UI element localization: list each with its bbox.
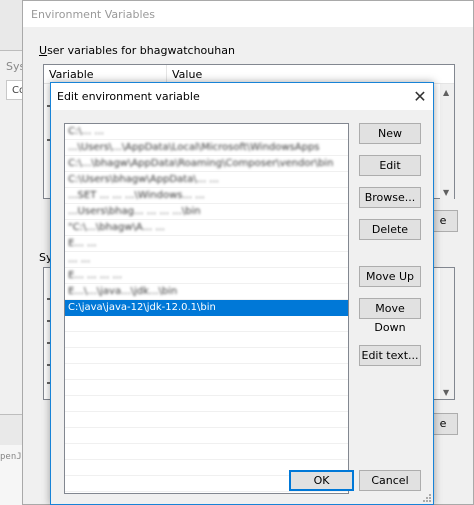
path-entry-text: C:\java\java-12\jdk-12.0.1\bin (68, 302, 216, 313)
path-entry[interactable]: C:\...\bhagw\AppData\Roaming\Composer\ve… (65, 156, 348, 172)
path-entry[interactable]: ... ... (65, 252, 348, 268)
user-variables-scrollbar[interactable]: ▲ ▼ (440, 84, 454, 199)
path-entry-selected[interactable]: C:\java\java-12\jdk-12.0.1\bin (65, 300, 348, 316)
cancel-button[interactable]: Cancel (359, 470, 421, 491)
user-variables-label: User variables for bhagwatchouhan (39, 44, 235, 57)
path-entry-text: ... ... (68, 254, 91, 265)
path-entry[interactable] (65, 364, 348, 380)
browse-button[interactable]: Browse... (359, 187, 421, 208)
path-entry[interactable]: C:\... ... (65, 124, 348, 140)
edit-environment-variable-dialog: Edit environment variable ✕ C:\... ... .… (50, 82, 434, 505)
scroll-down-arrow-icon[interactable]: ▼ (443, 388, 449, 397)
edit-button[interactable]: Edit (359, 155, 421, 176)
path-entry-text: "C:\...\bhagw\A... ... (68, 222, 165, 233)
system-variables-scrollbar[interactable]: ▼ (440, 268, 454, 399)
path-entry[interactable]: "C:\...\bhagw\A... ... (65, 220, 348, 236)
edit-text-button[interactable]: Edit text... (359, 345, 421, 366)
scroll-down-arrow-icon[interactable]: ▼ (443, 188, 449, 197)
path-entry[interactable] (65, 412, 348, 428)
delete-button[interactable]: Delete (359, 219, 421, 240)
ok-button[interactable]: OK (289, 470, 354, 491)
path-entry[interactable] (65, 316, 348, 332)
path-entry[interactable] (65, 444, 348, 460)
path-entry[interactable]: ...Users\bhag... ... ... ...\bin (65, 204, 348, 220)
path-entry[interactable] (65, 348, 348, 364)
environment-variables-title: Environment Variables (31, 8, 156, 21)
path-entry[interactable]: E...\...\java...\jdk...\bin (65, 284, 348, 300)
path-entry-text: ...Users\bhag... ... ... ...\bin (68, 206, 201, 217)
move-down-button[interactable]: Move Down (359, 298, 421, 334)
path-entry-text: E...\...\java...\jdk...\bin (68, 286, 178, 297)
path-entry-text: ...\Users\...\AppData\Local\Microsoft\Wi… (68, 142, 320, 153)
background-editor-text: penJ (0, 452, 22, 462)
path-entry-text: E... ... (68, 238, 97, 249)
close-icon[interactable]: ✕ (405, 83, 435, 110)
new-button[interactable]: New (359, 123, 421, 144)
column-header-variable[interactable]: Variable (49, 68, 94, 81)
path-entry-text: C:\... ... (68, 126, 104, 137)
path-entry[interactable] (65, 428, 348, 444)
path-entry[interactable] (65, 332, 348, 348)
path-entry[interactable]: C:\Users\bhagw\AppData\... ... (65, 172, 348, 188)
column-header-value[interactable]: Value (172, 68, 202, 81)
resize-grip-icon[interactable] (421, 492, 431, 502)
path-entry-text: C:\...\bhagw\AppData\Roaming\Composer\ve… (68, 158, 334, 169)
path-entry-text: E... ... ... ... (68, 270, 122, 281)
path-entries-list[interactable]: C:\... ... ...\Users\...\AppData\Local\M… (64, 123, 349, 494)
path-entry-text: ...SET ... ... ...\Windows... ... (68, 190, 205, 201)
path-entry[interactable]: ...SET ... ... ...\Windows... ... (65, 188, 348, 204)
path-entry[interactable] (65, 396, 348, 412)
path-entry[interactable]: ...\Users\...\AppData\Local\Microsoft\Wi… (65, 140, 348, 156)
path-entry-text: C:\Users\bhagw\AppData\... ... (68, 174, 219, 185)
dialog-title: Edit environment variable (57, 90, 200, 103)
path-entry[interactable]: E... ... (65, 236, 348, 252)
path-entry[interactable] (65, 380, 348, 396)
scroll-up-arrow-icon[interactable]: ▲ (443, 88, 449, 97)
path-entry[interactable]: E... ... ... ... (65, 268, 348, 284)
move-up-button[interactable]: Move Up (359, 266, 421, 287)
